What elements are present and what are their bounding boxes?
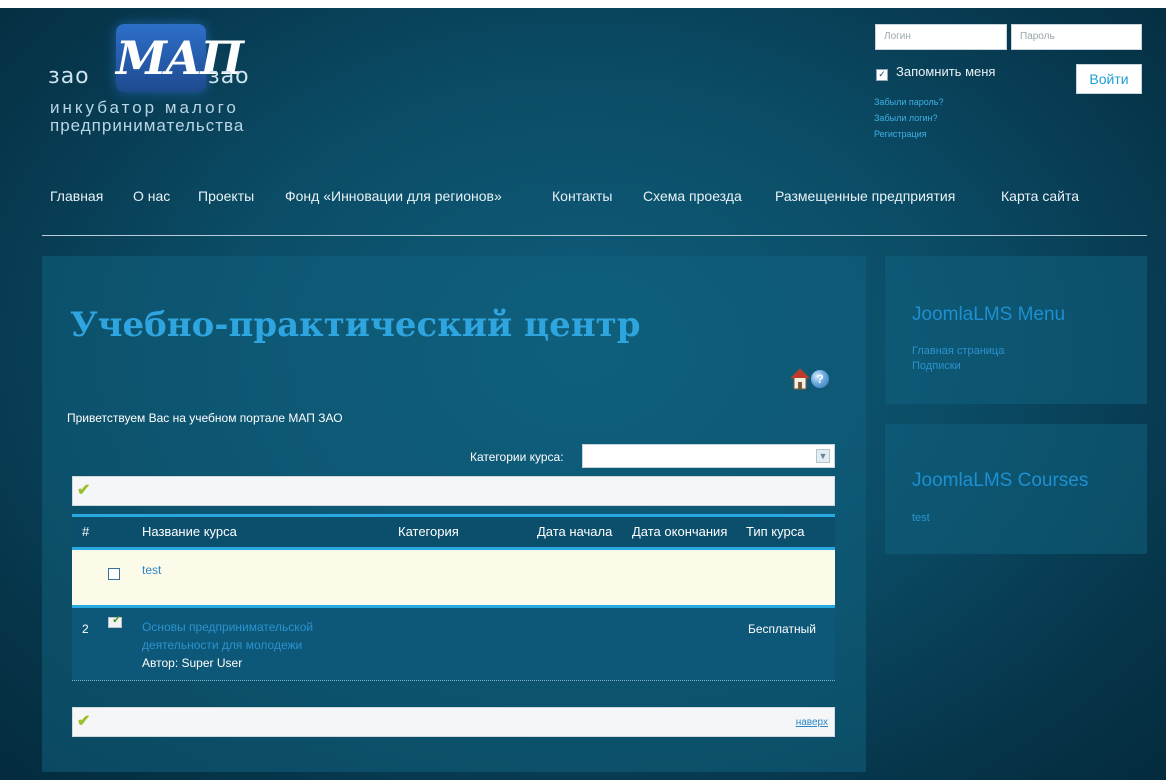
nav-item-contacts[interactable]: Контакты: [552, 188, 612, 204]
help-icon[interactable]: ?: [811, 370, 829, 388]
username-input[interactable]: Логин: [875, 24, 1007, 50]
nav-item-fund[interactable]: Фонд «Инновации для регионов»: [285, 188, 502, 204]
logo-subtitle-line1: инкубатор малого: [50, 98, 239, 117]
home-icon[interactable]: [790, 368, 810, 390]
category-label: Категории курса:: [470, 450, 564, 464]
course-type: Бесплатный: [748, 622, 816, 636]
sidebar-item-home[interactable]: Главная страница: [912, 345, 1004, 357]
register-link[interactable]: Регистрация: [874, 129, 927, 139]
nav-item-sitemap[interactable]: Карта сайта: [1001, 188, 1079, 204]
logo-mark: МАП: [116, 24, 244, 92]
course-title-link[interactable]: Основы предпринимательской деятельности …: [142, 618, 382, 654]
back-to-top-link[interactable]: наверх: [796, 717, 828, 728]
checkmark-icon[interactable]: ✔: [77, 481, 90, 501]
chevron-down-icon[interactable]: ▼: [816, 449, 830, 463]
login-button[interactable]: Войти: [1076, 64, 1142, 94]
page-title: Учебно-практический центр: [70, 305, 641, 345]
nav-divider: [42, 235, 1147, 236]
sidebar-item-subscriptions[interactable]: Подписки: [912, 360, 961, 372]
row-number: 2: [82, 622, 89, 636]
course-title-link[interactable]: test: [142, 563, 161, 577]
password-input[interactable]: Пароль: [1011, 24, 1142, 50]
col-header-category[interactable]: Категория: [398, 524, 459, 539]
col-header-course-type[interactable]: Тип курса: [746, 524, 804, 539]
forgot-login-link[interactable]: Забыли логин?: [874, 113, 938, 123]
col-header-end-date[interactable]: Дата окончания: [632, 524, 727, 539]
category-select[interactable]: ▼: [582, 444, 835, 468]
nav-item-companies[interactable]: Размещенные предприятия: [775, 188, 955, 204]
nav-item-about[interactable]: О нас: [133, 188, 170, 204]
table-row: [72, 550, 835, 605]
top-strip: [0, 0, 1166, 8]
nav-item-route[interactable]: Схема проезда: [643, 188, 742, 204]
remember-label: Запомнить меня: [896, 64, 996, 79]
nav-item-home[interactable]: Главная: [50, 188, 103, 204]
col-header-course-name[interactable]: Название курса: [142, 524, 237, 539]
sidebar-menu-module: [885, 256, 1147, 404]
logo-subtitle-line2: предпринимательства: [50, 116, 245, 135]
enrolled-checkbox-icon[interactable]: [108, 613, 122, 628]
remember-checkbox[interactable]: ✓: [876, 69, 888, 81]
remember-me[interactable]: ✓ Запомнить меня: [876, 64, 996, 81]
logo-right-word: зао: [208, 64, 250, 89]
sidebar-course-item[interactable]: test: [912, 512, 930, 524]
sidebar-menu-title: JoomlaLMS Menu: [912, 304, 1066, 325]
nav-item-projects[interactable]: Проекты: [198, 188, 254, 204]
course-checkbox[interactable]: [108, 568, 120, 580]
toolbar-bottom: ✔ наверх: [72, 707, 835, 737]
toolbar-top: ✔: [72, 476, 835, 506]
logo-left-word: зао: [48, 64, 90, 89]
course-author: Автор: Super User: [142, 656, 243, 670]
welcome-text: Приветствуем Вас на учебном портале МАП …: [67, 411, 343, 425]
sidebar-courses-title: JoomlaLMS Courses: [912, 470, 1089, 491]
site-logo[interactable]: зао МАП зао инкубатор малого предпринима…: [48, 20, 308, 140]
forgot-password-link[interactable]: Забыли пароль?: [874, 97, 943, 107]
col-header-start-date[interactable]: Дата начала: [537, 524, 612, 539]
col-header-num: #: [82, 524, 90, 539]
checkmark-icon[interactable]: ✔: [77, 712, 90, 732]
